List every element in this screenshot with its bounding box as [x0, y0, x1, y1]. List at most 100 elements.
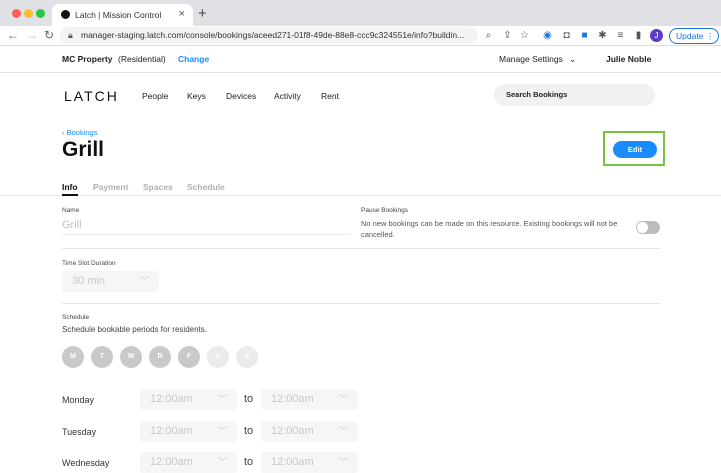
property-name: MC Property: [62, 54, 113, 64]
nav-keys[interactable]: Keys: [187, 91, 206, 101]
breadcrumb-label: Bookings: [66, 128, 98, 137]
day-toggle-monday[interactable]: M: [62, 346, 84, 368]
tuesday-end-select[interactable]: 12:00am ﹀: [261, 421, 358, 442]
reload-icon[interactable]: ↻: [44, 28, 54, 42]
side-panel-icon[interactable]: ▮: [633, 30, 644, 41]
extensions-puzzle-icon[interactable]: ✱: [597, 30, 608, 41]
day-name-wednesday: Wednesday: [62, 458, 110, 468]
pause-bookings-toggle[interactable]: [636, 221, 660, 234]
latch-favicon-icon: [61, 10, 70, 19]
close-window-icon[interactable]: [12, 9, 21, 18]
tab-title: Latch | Mission Control: [75, 10, 162, 20]
reading-list-icon[interactable]: ≡: [615, 30, 626, 41]
day-toggle-sunday[interactable]: S: [236, 346, 258, 368]
start-time-value: 12:00am: [150, 425, 193, 437]
divider-1: [62, 248, 660, 249]
day-toggle-tuesday[interactable]: T: [91, 346, 113, 368]
day-name-monday: Monday: [62, 395, 95, 405]
pause-bookings-label: Pause Bookings: [361, 207, 408, 214]
chevron-down-icon: ﹀: [338, 426, 348, 436]
monday-start-select[interactable]: 12:00am ﹀: [140, 389, 237, 410]
profile-avatar[interactable]: J: [650, 29, 663, 42]
tab-info[interactable]: Info: [62, 182, 78, 192]
time-slot-select[interactable]: 30 min ﹀: [62, 271, 159, 292]
time-slot-value: 30 min: [72, 275, 106, 287]
minimize-window-icon[interactable]: [24, 9, 33, 18]
share-icon[interactable]: ⇪: [502, 30, 513, 41]
zoom-icon[interactable]: ⌕: [483, 30, 494, 41]
edit-highlight: Edit: [603, 131, 665, 166]
close-tab-icon[interactable]: ×: [179, 8, 185, 20]
schedule-description: Schedule bookable periods for residents.: [62, 325, 207, 334]
end-time-value: 12:00am: [271, 456, 314, 468]
divider-2: [62, 303, 660, 304]
time-slot-label: Time Slot Duration: [62, 260, 116, 267]
name-label: Name: [62, 207, 80, 214]
browser-titlebar: Latch | Mission Control × +: [0, 0, 721, 26]
pause-bookings-description: No new bookings can be made on this reso…: [361, 219, 618, 239]
end-time-value: 12:00am: [271, 393, 314, 405]
latch-logo[interactable]: LATCH: [64, 88, 119, 104]
tuesday-start-select[interactable]: 12:00am ﹀: [140, 421, 237, 442]
tabs-divider: [0, 195, 721, 196]
monday-end-select[interactable]: 12:00am ﹀: [261, 389, 358, 410]
update-button[interactable]: Update ⋮: [669, 28, 719, 44]
active-tab-underline: [62, 194, 78, 196]
property-bar: MC Property (Residential) Change Manage …: [0, 46, 721, 73]
start-time-value: 12:00am: [150, 393, 193, 405]
update-label: Update: [676, 31, 704, 41]
wednesday-start-select[interactable]: 12:00am ﹀: [140, 452, 237, 473]
schedule-label: Schedule: [62, 314, 90, 321]
day-toggle-thursday[interactable]: R: [149, 346, 171, 368]
user-name[interactable]: Julie Noble: [606, 54, 651, 64]
forward-icon[interactable]: →: [26, 28, 38, 42]
chevron-down-icon: ﹀: [217, 426, 227, 436]
browser-toolbar: ← → ↻ 🔒︎ manager-staging.latch.com/conso…: [0, 26, 721, 46]
end-time-value: 12:00am: [271, 425, 314, 437]
new-tab-icon[interactable]: +: [198, 5, 207, 22]
nav-devices[interactable]: Devices: [226, 91, 256, 101]
start-time-value: 12:00am: [150, 456, 193, 468]
chevron-down-icon: ﹀: [338, 394, 348, 404]
nav-people[interactable]: People: [142, 91, 168, 101]
chevron-down-icon: ⌄: [569, 54, 577, 64]
lock-icon: 🔒︎: [68, 30, 73, 40]
toggle-knob: [637, 222, 648, 233]
to-label: to: [244, 456, 254, 468]
name-underline: [62, 234, 350, 235]
address-bar[interactable]: 🔒︎ manager-staging.latch.com/console/boo…: [60, 27, 478, 44]
extension-square-icon[interactable]: ■: [579, 30, 590, 41]
day-toggle-wednesday[interactable]: W: [120, 346, 142, 368]
nav-rent[interactable]: Rent: [321, 91, 339, 101]
chevron-down-icon: ﹀: [217, 457, 227, 467]
day-name-tuesday: Tuesday: [62, 427, 97, 437]
change-property-link[interactable]: Change: [178, 54, 209, 64]
to-label: to: [244, 425, 254, 437]
tab-schedule[interactable]: Schedule: [187, 182, 225, 192]
property-type: (Residential): [118, 54, 166, 64]
manage-settings-dropdown[interactable]: Manage Settings ⌄: [499, 54, 576, 65]
maximize-window-icon[interactable]: [36, 9, 45, 18]
chevron-down-icon: ﹀: [217, 394, 227, 404]
browser-tab[interactable]: Latch | Mission Control ×: [52, 4, 193, 26]
to-label: to: [244, 393, 254, 405]
extension-blue-icon[interactable]: ◉: [542, 30, 553, 41]
edit-button[interactable]: Edit: [613, 141, 657, 158]
tab-spaces[interactable]: Spaces: [143, 182, 173, 192]
page-title: Grill: [62, 138, 105, 161]
nav-activity[interactable]: Activity: [274, 91, 301, 101]
search-bookings-input[interactable]: Search Bookings: [494, 84, 655, 106]
day-toggle-friday[interactable]: F: [178, 346, 200, 368]
chevron-down-icon: ﹀: [139, 276, 149, 286]
manage-settings-label: Manage Settings: [499, 54, 563, 64]
wednesday-end-select[interactable]: 12:00am ﹀: [261, 452, 358, 473]
back-icon[interactable]: ←: [7, 28, 19, 42]
bookmark-star-icon[interactable]: ☆: [519, 30, 530, 41]
name-field[interactable]: Grill: [62, 219, 82, 231]
breadcrumb-bookings[interactable]: ‹ Bookings: [62, 128, 97, 137]
chevron-down-icon: ﹀: [338, 457, 348, 467]
camera-extension-icon[interactable]: ◘: [561, 30, 572, 41]
day-toggle-saturday[interactable]: S: [207, 346, 229, 368]
url-text: manager-staging.latch.com/console/bookin…: [81, 30, 465, 40]
tab-payment[interactable]: Payment: [93, 182, 128, 192]
